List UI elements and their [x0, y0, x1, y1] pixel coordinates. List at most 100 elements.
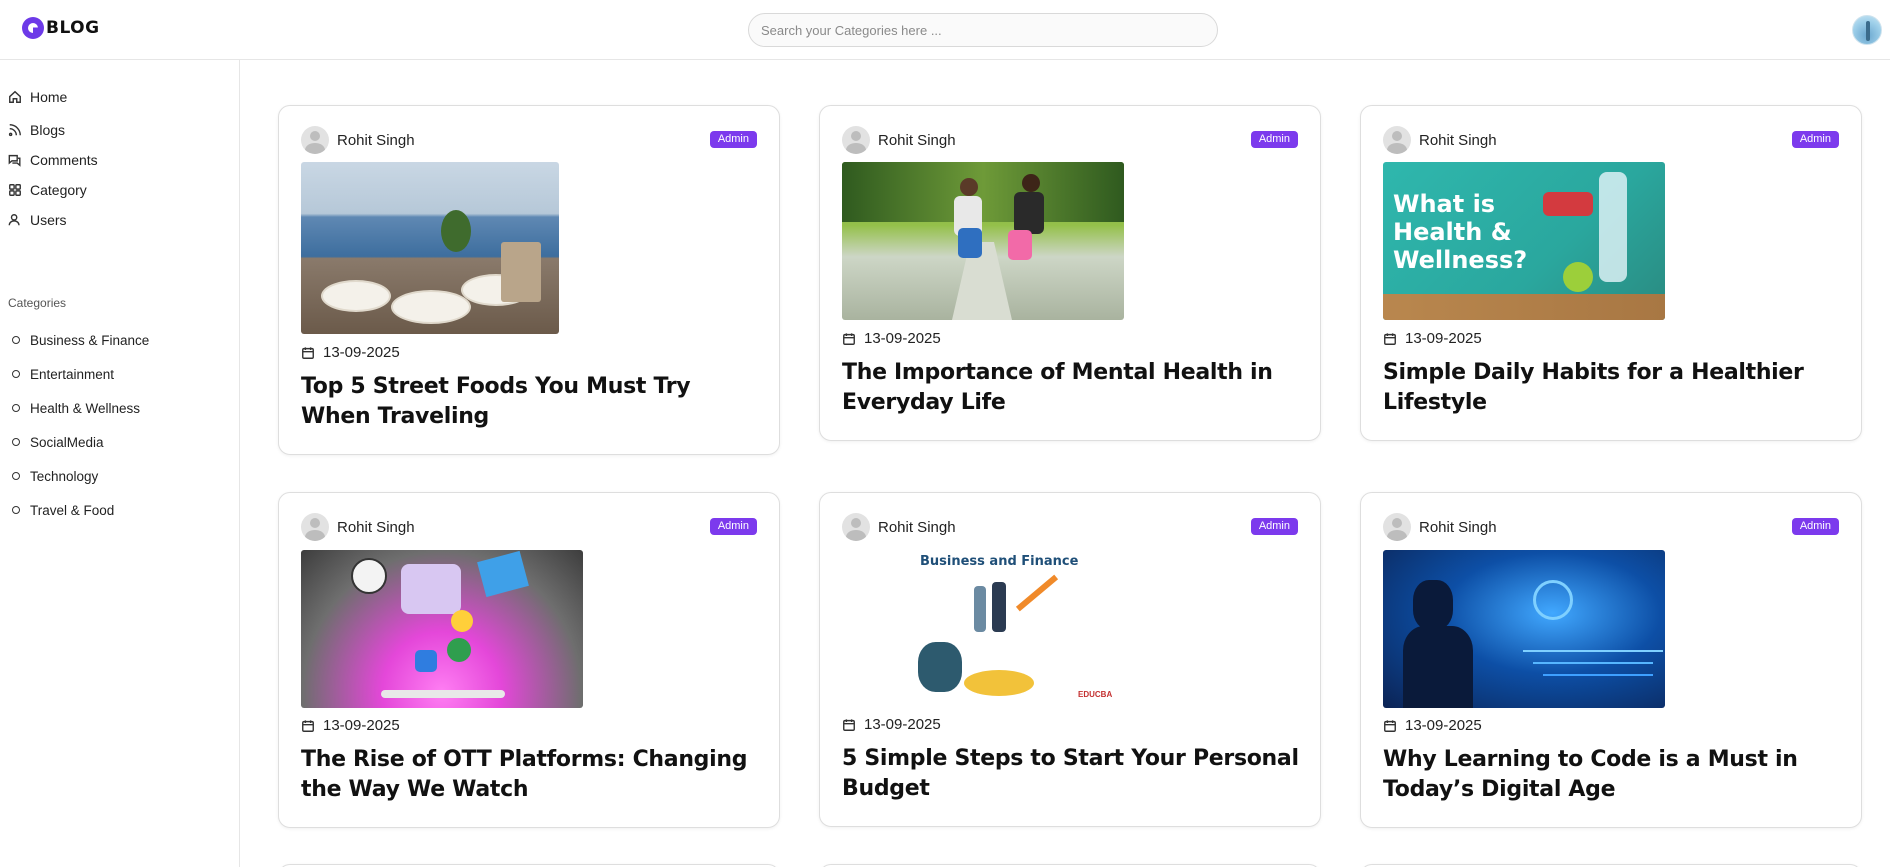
category-item[interactable]: Travel & Food [12, 500, 114, 520]
category-label: Technology [30, 468, 99, 484]
category-label: Travel & Food [30, 502, 115, 518]
top-bar: BLOG [0, 0, 1890, 60]
post-title[interactable]: Why Learning to Code is a Must in Today’… [1383, 745, 1843, 805]
date-text: 13-09-2025 [1405, 717, 1482, 734]
card-author: Rohit Singh [842, 513, 956, 541]
rss-icon [8, 124, 21, 137]
post-date: 13-09-2025 [1383, 717, 1482, 734]
post-image[interactable]: What is Health & Wellness? [1383, 162, 1665, 320]
image-text: Business and Finance [920, 554, 1079, 569]
sidebar-item-comments[interactable]: Comments [8, 149, 98, 171]
card-author: Rohit Singh [1383, 126, 1497, 154]
card-author: Rohit Singh [301, 513, 415, 541]
category-label: SocialMedia [30, 434, 104, 450]
sidebar: Home Blogs Comments Category Users Categ… [0, 60, 240, 867]
post-title[interactable]: Simple Daily Habits for a Healthier Life… [1383, 358, 1843, 418]
blog-card[interactable]: Rohit Singh Admin 13-09-2025 The Importa… [819, 105, 1321, 441]
avatar [1383, 513, 1411, 541]
category-item[interactable]: Entertainment [12, 364, 114, 384]
sidebar-item-label: Category [30, 182, 87, 198]
image-brand: EDUCBA [1078, 690, 1113, 699]
author-name: Rohit Singh [878, 131, 956, 149]
role-badge: Admin [709, 131, 757, 148]
calendar-icon [843, 332, 855, 345]
home-icon [9, 90, 21, 103]
card-author: Rohit Singh [842, 126, 956, 154]
circle-icon [12, 336, 20, 344]
circle-icon [12, 404, 20, 412]
sidebar-item-blogs[interactable]: Blogs [8, 119, 65, 141]
avatar [301, 126, 329, 154]
blog-card[interactable]: Rohit Singh Admin 13-09-2025 Why Learnin… [1360, 492, 1862, 828]
calendar-icon [302, 346, 314, 359]
circle-icon [12, 472, 20, 480]
sidebar-item-label: Users [30, 212, 67, 228]
post-date: 13-09-2025 [842, 330, 941, 347]
post-title[interactable]: 5 Simple Steps to Start Your Personal Bu… [842, 744, 1302, 804]
post-title[interactable]: The Importance of Mental Health in Every… [842, 358, 1302, 418]
author-name: Rohit Singh [337, 518, 415, 536]
date-text: 13-09-2025 [323, 344, 400, 361]
logo-text: BLOG [46, 18, 100, 38]
search-input[interactable] [748, 13, 1218, 47]
sidebar-item-home[interactable]: Home [8, 86, 67, 108]
role-badge: Admin [1791, 518, 1839, 535]
post-date: 13-09-2025 [301, 717, 400, 734]
post-image[interactable] [301, 550, 583, 708]
categories-heading: Categories [8, 296, 67, 310]
author-name: Rohit Singh [337, 131, 415, 149]
sidebar-item-category[interactable]: Category [8, 179, 87, 201]
category-item[interactable]: SocialMedia [12, 432, 104, 452]
avatar [301, 513, 329, 541]
date-text: 13-09-2025 [864, 716, 941, 733]
date-text: 13-09-2025 [864, 330, 941, 347]
post-image[interactable] [301, 162, 559, 334]
sidebar-item-label: Comments [30, 152, 98, 168]
card-author: Rohit Singh [1383, 513, 1497, 541]
avatar [1383, 126, 1411, 154]
calendar-icon [302, 719, 314, 732]
calendar-icon [1384, 719, 1396, 732]
role-badge: Admin [1250, 518, 1298, 535]
post-image[interactable] [1383, 550, 1665, 708]
category-label: Entertainment [30, 366, 115, 382]
role-badge: Admin [1250, 131, 1298, 148]
sidebar-item-label: Blogs [30, 122, 66, 138]
post-date: 13-09-2025 [301, 344, 400, 361]
circle-icon [12, 506, 20, 514]
user-avatar[interactable] [1852, 15, 1882, 45]
author-name: Rohit Singh [1419, 131, 1497, 149]
image-text: What is Health & Wellness? [1393, 190, 1528, 274]
post-image[interactable] [842, 162, 1124, 320]
post-image[interactable]: Business and Finance EDUCBA [842, 550, 1124, 708]
grid-icon [9, 184, 21, 196]
calendar-icon [843, 718, 855, 731]
post-title[interactable]: Top 5 Street Foods You Must Try When Tra… [301, 372, 761, 432]
category-item[interactable]: Technology [12, 466, 98, 486]
post-date: 13-09-2025 [1383, 330, 1482, 347]
date-text: 13-09-2025 [1405, 330, 1482, 347]
avatar [842, 513, 870, 541]
card-author: Rohit Singh [301, 126, 415, 154]
post-title[interactable]: The Rise of OTT Platforms: Changing the … [301, 745, 761, 805]
category-item[interactable]: Health & Wellness [12, 398, 140, 418]
logo-icon [22, 17, 44, 39]
users-icon [8, 214, 20, 226]
avatar [842, 126, 870, 154]
sidebar-item-users[interactable]: Users [8, 209, 67, 231]
blog-card[interactable]: Rohit Singh Admin 13-09-2025 Top 5 Stree… [278, 105, 780, 455]
category-item[interactable]: Business & Finance [12, 330, 149, 350]
blog-card[interactable]: Rohit Singh Admin What is Health & Welln… [1360, 105, 1862, 441]
blog-card[interactable]: Rohit Singh Admin 13-09-2025 The Rise of… [278, 492, 780, 828]
sidebar-item-label: Home [30, 89, 68, 105]
role-badge: Admin [709, 518, 757, 535]
author-name: Rohit Singh [878, 518, 956, 536]
category-label: Health & Wellness [30, 400, 141, 416]
circle-icon [12, 438, 20, 446]
logo[interactable]: BLOG [22, 17, 100, 39]
date-text: 13-09-2025 [323, 717, 400, 734]
blog-card[interactable]: Rohit Singh Admin Business and Finance E… [819, 492, 1321, 827]
author-name: Rohit Singh [1419, 518, 1497, 536]
role-badge: Admin [1791, 131, 1839, 148]
category-label: Business & Finance [30, 332, 150, 348]
